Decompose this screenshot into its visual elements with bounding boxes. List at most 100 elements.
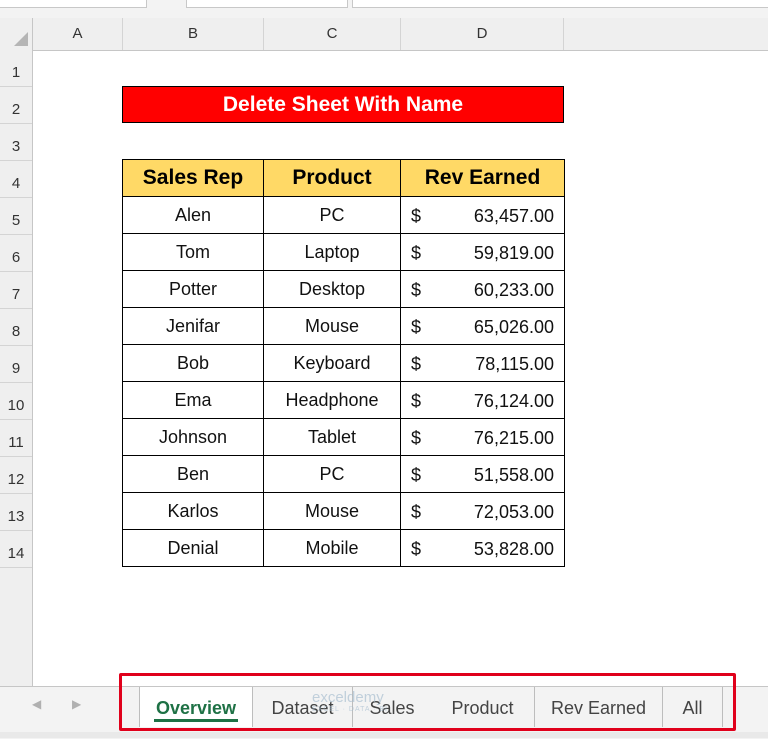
status-bar bbox=[0, 732, 768, 738]
table-row: Johnson Tablet $76,215.00 bbox=[122, 418, 565, 456]
row-header-2[interactable]: 2 bbox=[0, 87, 32, 124]
rev-earned-cell[interactable]: $76,124.00 bbox=[400, 381, 565, 419]
row-header-12[interactable]: 12 bbox=[0, 457, 32, 494]
sales-rep-cell[interactable]: Ben bbox=[122, 455, 264, 493]
sales-table: Sales Rep Product Rev Earned Alen PC $63… bbox=[122, 159, 565, 567]
header-sales-rep[interactable]: Sales Rep bbox=[122, 159, 264, 197]
row-header-14[interactable]: 14 bbox=[0, 531, 32, 568]
select-all-triangle-icon bbox=[14, 32, 28, 46]
rev-amount: 78,115.00 bbox=[475, 354, 554, 374]
table-row: Denial Mobile $53,828.00 bbox=[122, 529, 565, 567]
row-header-7[interactable]: 7 bbox=[0, 272, 32, 309]
rev-amount: 65,026.00 bbox=[473, 317, 554, 337]
currency-symbol: $ bbox=[411, 206, 422, 226]
row-header-11[interactable]: 11 bbox=[0, 420, 32, 457]
rev-earned-cell[interactable]: $51,558.00 bbox=[400, 455, 565, 493]
tab-overview[interactable]: Overview bbox=[139, 687, 253, 727]
sales-rep-cell[interactable]: Tom bbox=[122, 233, 264, 271]
column-header-d[interactable]: D bbox=[401, 18, 564, 50]
triangle-left-icon[interactable]: ◀ bbox=[32, 697, 41, 711]
table-row: Jenifar Mouse $65,026.00 bbox=[122, 307, 565, 345]
formula-controls[interactable] bbox=[186, 0, 348, 8]
rev-amount: 76,215.00 bbox=[473, 428, 554, 448]
row-header-13[interactable]: 13 bbox=[0, 494, 32, 531]
sales-rep-cell[interactable]: Bob bbox=[122, 344, 264, 382]
currency-symbol: $ bbox=[411, 502, 422, 522]
product-cell[interactable]: Mobile bbox=[263, 529, 401, 567]
name-box[interactable] bbox=[0, 0, 147, 8]
active-tab-underline bbox=[154, 719, 238, 722]
product-cell[interactable]: PC bbox=[263, 196, 401, 234]
table-row: Potter Desktop $60,233.00 bbox=[122, 270, 565, 308]
row-header-9[interactable]: 9 bbox=[0, 346, 32, 383]
currency-symbol: $ bbox=[411, 317, 422, 337]
product-cell[interactable]: Tablet bbox=[263, 418, 401, 456]
product-cell[interactable]: Keyboard bbox=[263, 344, 401, 382]
row-header-5[interactable]: 5 bbox=[0, 198, 32, 235]
row-header-bar: 1 2 3 4 5 6 7 8 9 10 11 12 13 14 bbox=[0, 50, 33, 686]
watermark-brand: exceldemy bbox=[312, 689, 384, 706]
formula-bar-area bbox=[0, 0, 768, 19]
rev-earned-cell[interactable]: $78,115.00 bbox=[400, 344, 565, 382]
rev-earned-cell[interactable]: $63,457.00 bbox=[400, 196, 565, 234]
row-header-4[interactable]: 4 bbox=[0, 161, 32, 198]
tab-rev-earned[interactable]: Rev Earned bbox=[535, 687, 663, 727]
currency-symbol: $ bbox=[411, 539, 422, 559]
rev-earned-cell[interactable]: $59,819.00 bbox=[400, 233, 565, 271]
product-cell[interactable]: Headphone bbox=[263, 381, 401, 419]
rev-amount: 59,819.00 bbox=[473, 243, 554, 263]
sales-rep-cell[interactable]: Alen bbox=[122, 196, 264, 234]
column-header-b[interactable]: B bbox=[123, 18, 264, 50]
rev-earned-cell[interactable]: $53,828.00 bbox=[400, 529, 565, 567]
table-row: Ema Headphone $76,124.00 bbox=[122, 381, 565, 419]
sales-rep-cell[interactable]: Jenifar bbox=[122, 307, 264, 345]
rev-earned-cell[interactable]: $60,233.00 bbox=[400, 270, 565, 308]
row-header-1[interactable]: 1 bbox=[0, 50, 32, 87]
row-header-8[interactable]: 8 bbox=[0, 309, 32, 346]
column-header-a[interactable]: A bbox=[33, 18, 123, 50]
sales-rep-cell[interactable]: Denial bbox=[122, 529, 264, 567]
column-header-c[interactable]: C bbox=[264, 18, 401, 50]
table-row: Alen PC $63,457.00 bbox=[122, 196, 565, 234]
product-cell[interactable]: Desktop bbox=[263, 270, 401, 308]
product-cell[interactable]: Mouse bbox=[263, 307, 401, 345]
table-row: Ben PC $51,558.00 bbox=[122, 455, 565, 493]
tab-label: Overview bbox=[155, 698, 237, 718]
exceldemy-watermark: exceldemy EXCEL · DATA · BI bbox=[312, 689, 388, 713]
column-header-bar: A B C D bbox=[0, 18, 768, 51]
rev-amount: 51,558.00 bbox=[473, 465, 554, 485]
rev-amount: 60,233.00 bbox=[473, 280, 554, 300]
table-row: Karlos Mouse $72,053.00 bbox=[122, 492, 565, 530]
header-product[interactable]: Product bbox=[263, 159, 401, 197]
rev-amount: 63,457.00 bbox=[473, 206, 554, 226]
tab-product[interactable]: Product bbox=[431, 687, 535, 727]
triangle-right-icon[interactable]: ▶ bbox=[72, 697, 81, 711]
header-rev-earned[interactable]: Rev Earned bbox=[400, 159, 565, 197]
sales-rep-cell[interactable]: Karlos bbox=[122, 492, 264, 530]
sales-rep-cell[interactable]: Ema bbox=[122, 381, 264, 419]
currency-symbol: $ bbox=[411, 243, 422, 263]
rev-amount: 53,828.00 bbox=[473, 539, 554, 559]
currency-symbol: $ bbox=[411, 391, 422, 411]
rev-earned-cell[interactable]: $76,215.00 bbox=[400, 418, 565, 456]
product-cell[interactable]: Laptop bbox=[263, 233, 401, 271]
row-header-3[interactable]: 3 bbox=[0, 124, 32, 161]
rev-earned-cell[interactable]: $65,026.00 bbox=[400, 307, 565, 345]
row-header-6[interactable]: 6 bbox=[0, 235, 32, 272]
sales-rep-cell[interactable]: Potter bbox=[122, 270, 264, 308]
row-header-10[interactable]: 10 bbox=[0, 383, 32, 420]
formula-input[interactable] bbox=[352, 0, 768, 8]
rev-amount: 76,124.00 bbox=[473, 391, 554, 411]
currency-symbol: $ bbox=[411, 465, 422, 485]
sales-rep-cell[interactable]: Johnson bbox=[122, 418, 264, 456]
product-cell[interactable]: Mouse bbox=[263, 492, 401, 530]
tab-all[interactable]: All bbox=[663, 687, 723, 727]
rev-earned-cell[interactable]: $72,053.00 bbox=[400, 492, 565, 530]
sheet-title-cell[interactable]: Delete Sheet With Name bbox=[122, 86, 564, 123]
rev-amount: 72,053.00 bbox=[473, 502, 554, 522]
product-cell[interactable]: PC bbox=[263, 455, 401, 493]
table-row: Bob Keyboard $78,115.00 bbox=[122, 344, 565, 382]
watermark-tagline: EXCEL · DATA · BI bbox=[312, 706, 388, 713]
currency-symbol: $ bbox=[411, 428, 422, 448]
select-all-button[interactable] bbox=[0, 18, 33, 50]
